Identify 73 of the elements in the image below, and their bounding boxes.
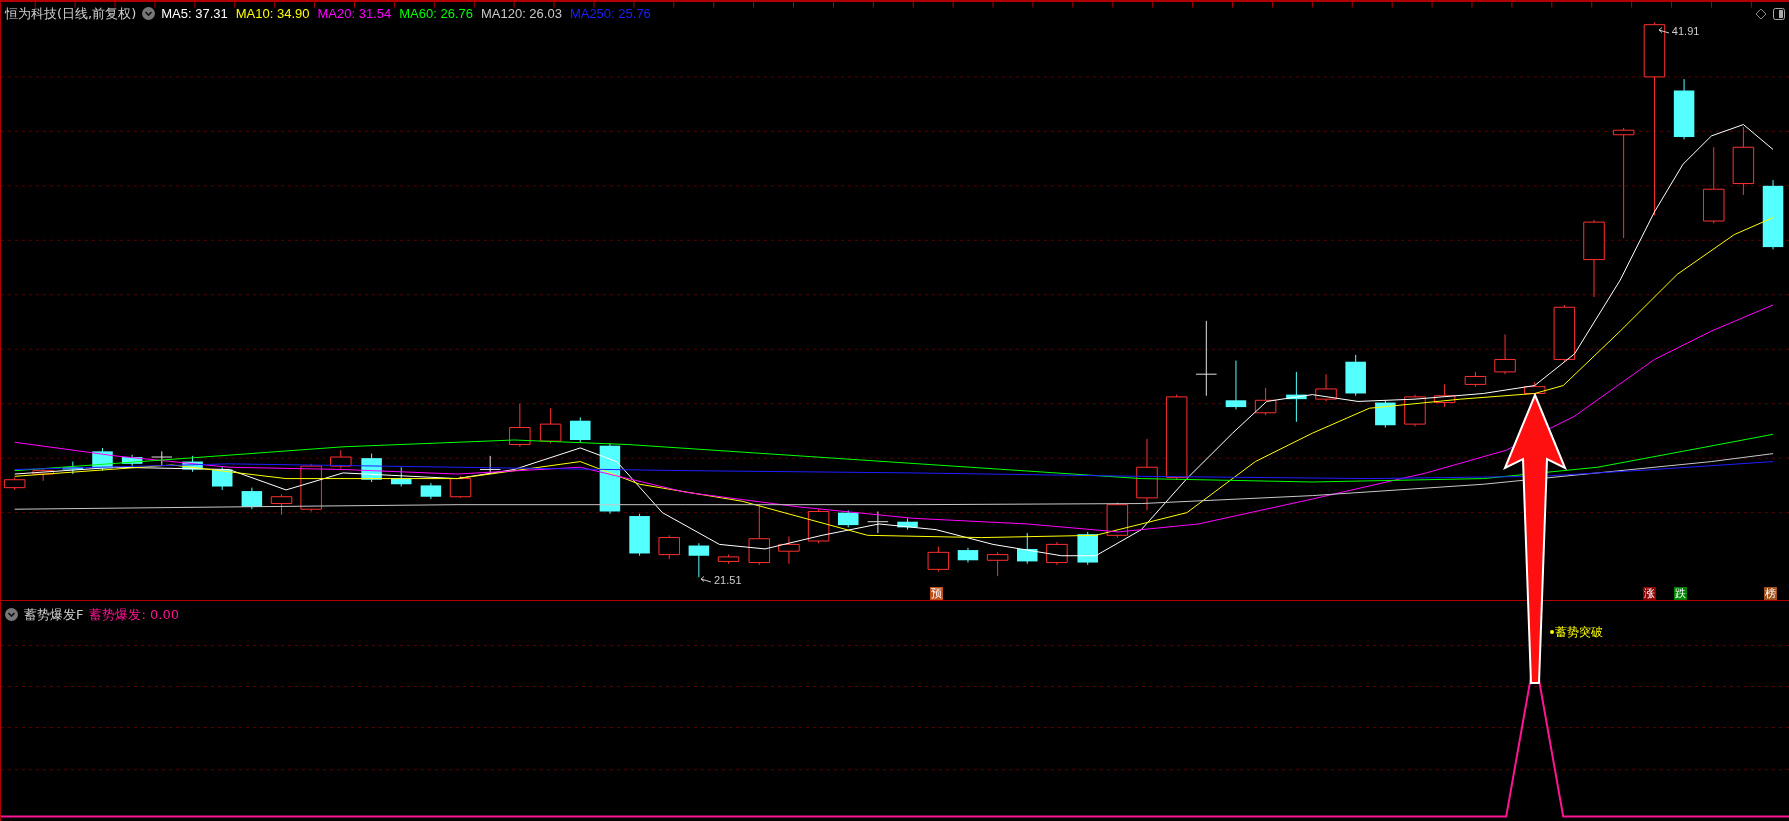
signal-marker: 榜 [1763,587,1777,601]
candlestick [449,475,472,499]
candlestick [1404,394,1426,427]
candlestick [1046,541,1068,566]
candlestick [1494,333,1516,375]
ma-legend-label: MA5: 37.31 [161,5,228,23]
candlestick [986,551,1009,577]
candlestick [927,546,950,573]
candlestick [867,511,889,534]
candlestick [1673,78,1695,140]
candlestick [241,487,263,510]
candlestick [270,493,293,516]
price-label: 41.91 [1671,23,1700,39]
candlestick [570,416,591,443]
candlestick [479,455,501,475]
indicator-name: 蓄势爆发F [24,606,84,624]
candlestick [957,547,979,564]
dot-icon [1549,630,1554,634]
dropdown-icon[interactable] [5,608,18,622]
candlestick [1225,360,1247,410]
candlestick [778,535,800,565]
candlestick [62,461,84,475]
candlestick [361,453,382,483]
signal-marker: 涨 [1643,587,1657,601]
candlestick [420,482,442,500]
candlestick [211,466,233,491]
candlestick [391,466,412,488]
candlestick [1254,387,1277,416]
ma-legend-label: MA250: 25.76 [569,5,651,23]
candlestick [182,455,203,473]
candlestick [838,509,859,528]
candlestick [1433,383,1456,408]
signal-marker: 跌 [1673,587,1687,601]
candlestick [330,449,352,469]
candlestick [509,403,531,448]
dropdown-icon[interactable] [142,7,156,21]
candlestick [658,534,680,560]
candlestick [1375,399,1396,428]
price-label: 21.51 [714,573,742,589]
candlestick [717,554,740,565]
candlestick [121,454,143,468]
candlestick [897,517,918,531]
candlestick [1315,373,1337,402]
candlestick [748,504,771,566]
candlestick [1553,304,1576,363]
stock-title: 恒为科技(日线,前复权) [5,5,137,23]
diamond-icon[interactable] [1755,8,1767,20]
ma-legend-label: MA120: 26.03 [480,5,562,23]
panel-toggle-icon[interactable] [1773,8,1785,20]
ma-legend-label: MA20: 31.54 [317,5,392,23]
candlestick [1286,371,1307,423]
candlestick [688,542,710,578]
candlestick [539,407,562,444]
signal-label: 蓄势突破 [1554,624,1603,641]
candlestick [1077,531,1098,566]
candlestick [1017,532,1038,565]
candlestick [1732,126,1755,196]
candlestick [1762,179,1784,250]
candlestick [1523,381,1546,397]
ma-legend-label: MA10: 34.90 [235,5,310,23]
candlestick [151,450,173,466]
candlestick [3,476,26,491]
pointer-arrow-icon [1657,26,1670,35]
candlestick [32,467,54,482]
candlestick [629,513,650,557]
ma-legend-label: MA60: 26.76 [399,5,473,23]
candlestick [1464,371,1487,388]
signal-marker: 预 [930,587,944,601]
candlestick [1345,354,1366,397]
candlestick [807,508,830,544]
indicator-value: 蓄势爆发: 0.00 [89,606,179,624]
pointer-arrow-icon [700,576,712,585]
candlestick [1106,501,1129,539]
